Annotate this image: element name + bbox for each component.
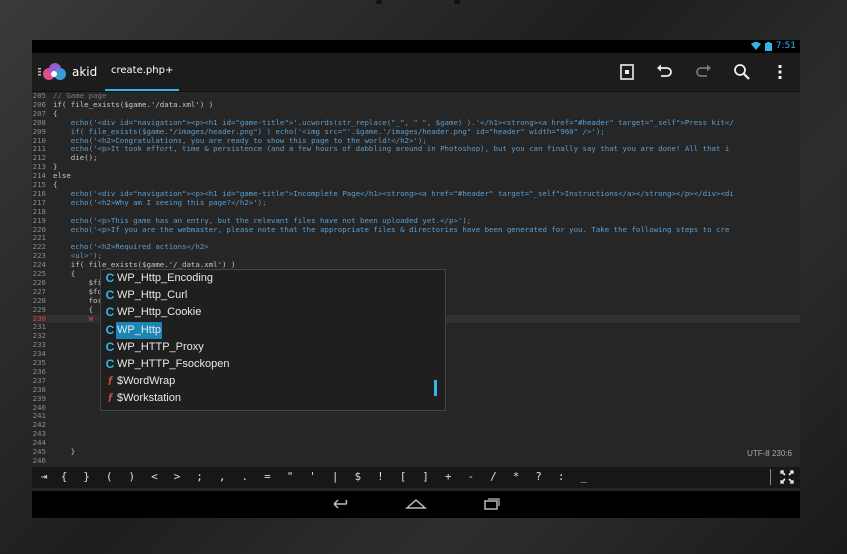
device-screen: 7:51 akid create.php+ 205// Game page 206…	[32, 40, 800, 518]
symbol-key[interactable]: '	[305, 470, 321, 483]
class-icon: C	[105, 271, 115, 285]
line-text: echo('<p>If you are the webmaster, pleas…	[53, 224, 730, 234]
autocomplete-item[interactable]: C WP_HTTP_Fsockopen	[101, 356, 431, 373]
action-bar: akid create.php+	[32, 53, 800, 92]
autocomplete-scrollbar[interactable]	[434, 380, 437, 396]
back-icon[interactable]	[328, 496, 352, 512]
home-icon[interactable]	[404, 496, 428, 512]
symbol-toolbar: ⇥ {} () < >;,. = " ' | $! [] + - / *?: _	[32, 467, 800, 488]
app-title: akid	[72, 65, 98, 79]
symbol-key[interactable]: /	[485, 470, 501, 483]
battery-icon	[764, 41, 772, 51]
symbol-key[interactable]: )	[124, 470, 140, 483]
class-icon: C	[105, 288, 115, 303]
code-line[interactable]: 243	[32, 429, 800, 439]
function-icon: f	[108, 374, 112, 389]
symbol-key[interactable]: ;	[192, 470, 208, 483]
symbol-key[interactable]: (	[101, 470, 117, 483]
tab-create-php[interactable]: create.php+	[105, 53, 180, 91]
autocomplete-item-selected[interactable]: C WP_Http	[101, 321, 431, 339]
code-line[interactable]: 214 else	[32, 171, 800, 181]
code-line[interactable]: 211 echo('<p>It took effort, time & pers…	[32, 144, 800, 154]
app-logo-icon[interactable]	[38, 63, 68, 81]
code-line[interactable]: 212 die();	[32, 153, 800, 163]
code-line[interactable]: 245 }	[32, 447, 800, 457]
autocomplete-item[interactable]: C WP_Http_Curl	[101, 287, 431, 304]
line-text: if( file_exists($game.'/data.xml') )	[53, 99, 214, 109]
code-line[interactable]: 246	[32, 456, 800, 466]
class-icon: C	[105, 322, 115, 337]
symbol-key[interactable]: _	[576, 470, 592, 483]
code-line[interactable]: 242	[32, 420, 800, 430]
symbol-key[interactable]: <	[146, 470, 162, 483]
symbol-key[interactable]: -	[463, 470, 479, 483]
wifi-icon	[750, 42, 761, 50]
autocomplete-label: WP_Http_Curl	[117, 289, 188, 302]
function-icon: f	[108, 391, 112, 406]
autocomplete-item[interactable]: C WP_Http_Cookie	[101, 304, 431, 321]
undo-icon[interactable]	[654, 62, 674, 82]
symbol-key[interactable]: "	[282, 470, 298, 483]
code-line[interactable]: 206 if( file_exists($game.'/data.xml') )	[32, 99, 800, 110]
code-line[interactable]: 222 echo('<h2>Required actions</h2>	[32, 242, 800, 252]
symbol-key[interactable]: .	[237, 470, 253, 483]
status-bar: 7:51	[32, 40, 800, 53]
autocomplete-popup: C WP_Http_Encoding C WP_Http_Curl C WP_H…	[100, 269, 446, 411]
code-line[interactable]: 244	[32, 438, 800, 448]
redo-icon[interactable]	[694, 62, 714, 82]
code-line[interactable]: 220 echo('<p>If you are the webmaster, p…	[32, 224, 800, 235]
symbol-key[interactable]: :	[553, 470, 569, 483]
symbol-key[interactable]: $	[350, 470, 366, 483]
autocomplete-label: $WordWrap	[117, 375, 176, 388]
code-line[interactable]: 213}	[32, 162, 800, 172]
fullscreen-icon[interactable]	[780, 470, 794, 484]
autocomplete-item[interactable]: f $Workstation	[101, 390, 431, 407]
line-text: W	[53, 313, 94, 323]
symbol-key[interactable]: ,	[214, 470, 230, 483]
symbol-key[interactable]: {	[56, 470, 72, 483]
recent-apps-icon[interactable]	[480, 496, 504, 512]
code-line[interactable]: 217 echo('<h2>Why am I seeing this page?…	[32, 197, 800, 208]
symbol-key[interactable]: ]	[418, 470, 434, 483]
class-icon: C	[105, 339, 115, 354]
navigation-bar	[32, 491, 800, 518]
autocomplete-item[interactable]: C WP_Http_Encoding	[101, 270, 431, 287]
symbol-key[interactable]: [	[395, 470, 411, 483]
sensor-dot	[454, 0, 460, 4]
tab-key-icon[interactable]: ⇥	[36, 470, 52, 483]
symbol-key[interactable]: +	[440, 470, 456, 483]
line-text: }	[53, 447, 76, 456]
autocomplete-label: WP_Http	[116, 321, 163, 339]
symbol-key[interactable]: |	[327, 470, 343, 483]
symbol-key[interactable]: !	[372, 470, 388, 483]
autocomplete-label: WP_Http_Cookie	[117, 306, 202, 319]
class-icon: C	[105, 305, 115, 320]
autocomplete-label: WP_HTTP_Fsockopen	[117, 358, 230, 370]
symbol-key[interactable]: =	[259, 470, 275, 483]
symbol-key[interactable]: ?	[531, 470, 547, 483]
line-text: die();	[53, 153, 98, 163]
symbol-key[interactable]: }	[79, 470, 95, 483]
toolbar-divider	[770, 469, 771, 485]
status-time: 7:51	[775, 41, 796, 51]
overflow-menu-icon[interactable]	[770, 62, 790, 82]
symbol-key[interactable]: >	[169, 470, 185, 483]
class-icon: C	[105, 357, 115, 371]
autocomplete-item[interactable]: f $WordWrap	[101, 373, 431, 390]
autocomplete-label: $Workstation	[117, 392, 181, 405]
camera-dot	[376, 0, 382, 4]
line-text: echo('<p>It took effort, time & persiste…	[53, 144, 730, 154]
autocomplete-item[interactable]: C WP_HTTP_Proxy	[101, 339, 431, 356]
encoding-position-indicator: UTF-8 230:6	[747, 449, 792, 458]
save-icon[interactable]	[617, 62, 637, 82]
autocomplete-label: WP_Http_Encoding	[117, 272, 213, 284]
symbol-key[interactable]: *	[508, 470, 524, 483]
autocomplete-label: WP_HTTP_Proxy	[117, 340, 204, 353]
search-icon[interactable]	[732, 62, 752, 82]
line-text: echo('<h2>Why am I seeing this page?</h2…	[53, 197, 267, 207]
code-line[interactable]: 241	[32, 411, 800, 421]
